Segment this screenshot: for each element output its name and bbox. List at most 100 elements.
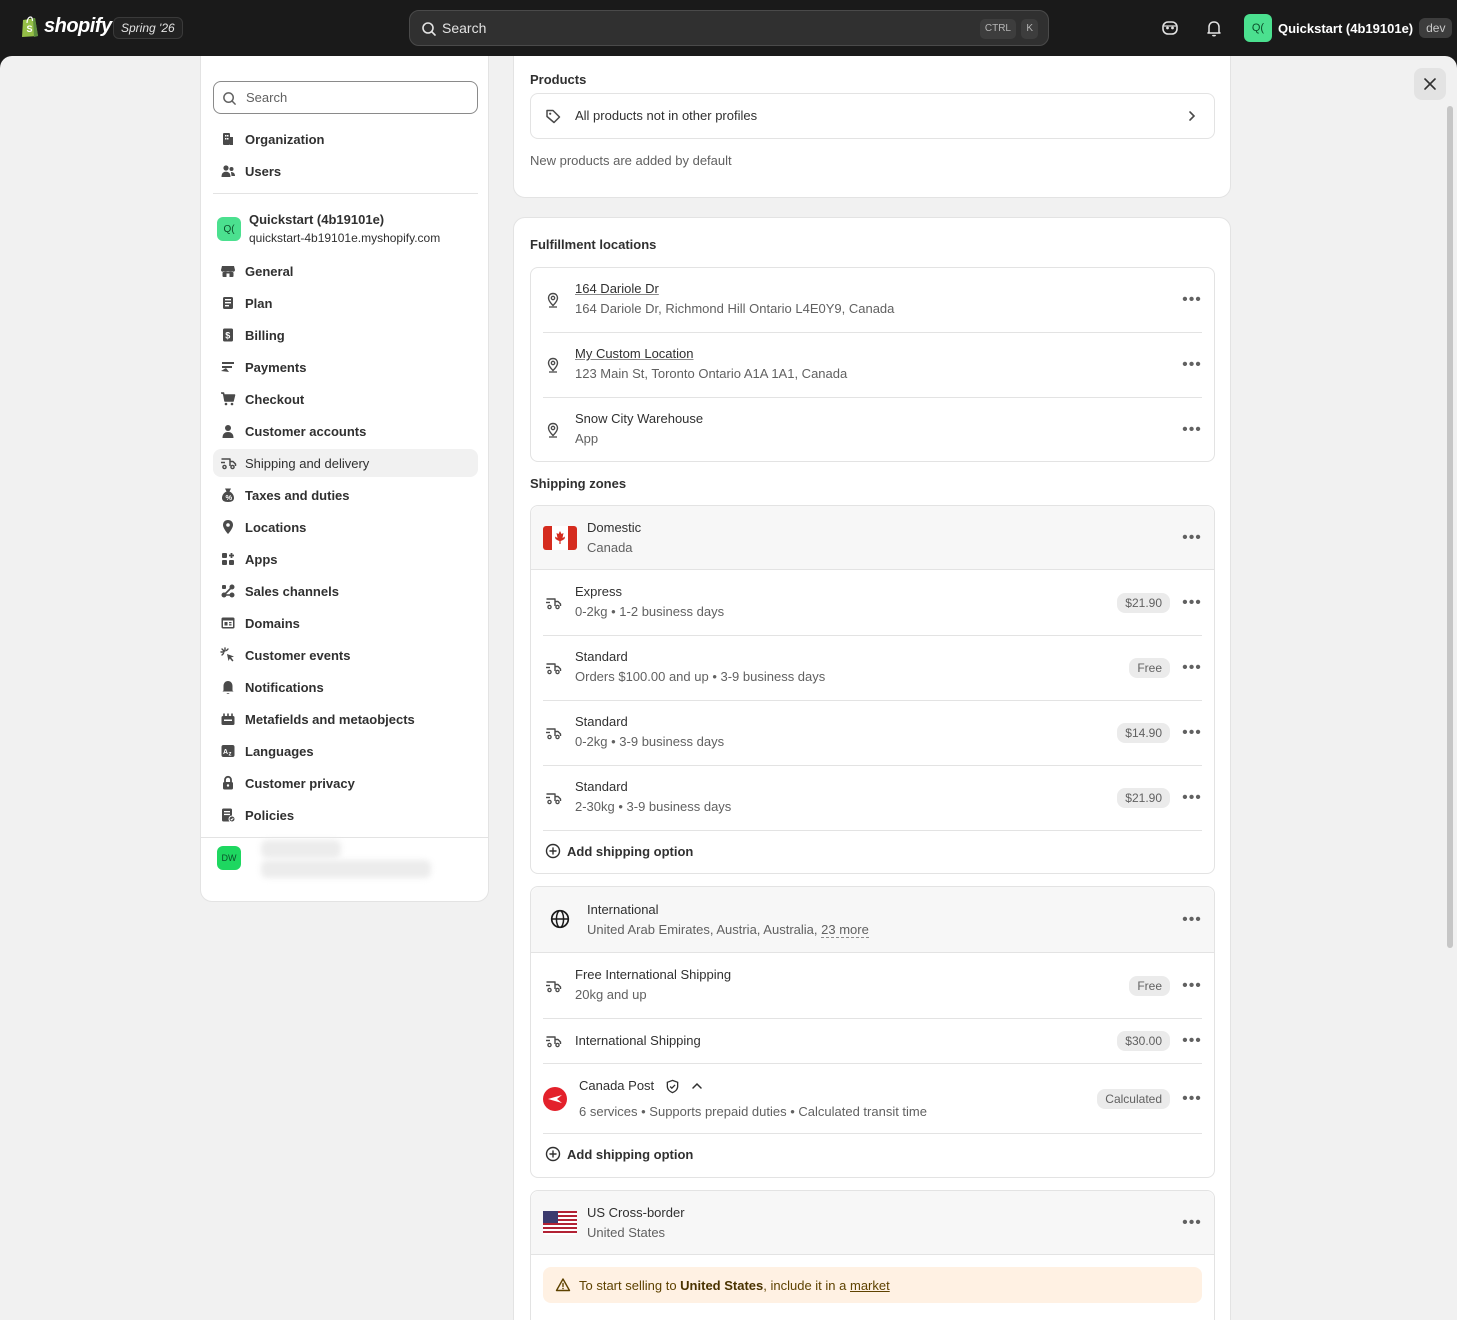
- plan-icon: [218, 293, 238, 313]
- sidebar-item-domains[interactable]: Domains: [213, 609, 478, 637]
- sidebar-item-payments[interactable]: Payments: [213, 353, 478, 381]
- lock-icon: [218, 773, 238, 793]
- warning-middle: , include it in a: [763, 1277, 847, 1293]
- shipping-rate-row[interactable]: Standard Orders $100.00 and up • 3-9 bus…: [531, 636, 1214, 700]
- sidebar-item-taxes-and-duties[interactable]: % Taxes and duties: [213, 481, 478, 509]
- store-info[interactable]: Q( Quickstart (4b19101e) quickstart-4b19…: [217, 211, 440, 247]
- us-flag-icon: [543, 1211, 577, 1235]
- settings-sidebar: Search Organization Users Q( Quickstart …: [200, 56, 489, 902]
- sidebar-divider: [201, 837, 488, 838]
- sidebar-item-billing[interactable]: $ Billing: [213, 321, 478, 349]
- sidebar-item-metafields[interactable]: Metafields and metaobjects: [213, 705, 478, 733]
- sidebar-item-languages[interactable]: Az Languages: [213, 737, 478, 765]
- sidebar-item-general[interactable]: General: [213, 257, 478, 285]
- market-link[interactable]: market: [850, 1278, 890, 1293]
- sidekick-icon[interactable]: [1160, 18, 1180, 38]
- more-actions-icon[interactable]: •••: [1182, 910, 1202, 930]
- sidebar-item-customer-events[interactable]: Customer events: [213, 641, 478, 669]
- billing-icon: $: [218, 325, 238, 345]
- sidebar-item-locations[interactable]: Locations: [213, 513, 478, 541]
- zone-name: US Cross-border: [587, 1205, 685, 1220]
- cursor-icon: [218, 645, 238, 665]
- bell-icon: [218, 677, 238, 697]
- carrier-rate-row[interactable]: Canada Post 6 services • Supports prepai…: [531, 1064, 1214, 1133]
- payments-icon: [218, 357, 238, 377]
- sidebar-item-label: Apps: [245, 551, 278, 567]
- global-search-input[interactable]: Search CTRL K: [409, 10, 1049, 46]
- location-name-link[interactable]: 164 Dariole Dr: [575, 281, 659, 296]
- shopify-logo[interactable]: S shopify: [20, 14, 112, 38]
- verified-shield-icon: [666, 1079, 679, 1094]
- tax-icon: %: [218, 485, 238, 505]
- row-divider: [543, 1133, 1202, 1134]
- more-countries-link[interactable]: 23 more: [821, 922, 869, 938]
- add-shipping-option-button[interactable]: Add shipping option: [545, 843, 693, 859]
- sidebar-item-customer-accounts[interactable]: Customer accounts: [213, 417, 478, 445]
- sidebar-item-policies[interactable]: Policies: [213, 801, 478, 829]
- sidebar-item-label: Sales channels: [245, 583, 339, 599]
- zone-header: US Cross-border United States •••: [531, 1191, 1214, 1255]
- scrollbar[interactable]: [1447, 106, 1453, 948]
- rate-name: Express: [575, 584, 622, 599]
- user-account[interactable]: DW: [217, 840, 431, 878]
- rate-price-badge: Free: [1129, 658, 1170, 678]
- sidebar-item-users[interactable]: Users: [213, 157, 478, 185]
- more-actions-icon[interactable]: •••: [1182, 723, 1202, 743]
- more-actions-icon[interactable]: •••: [1182, 290, 1202, 310]
- shipping-rate-row[interactable]: International Shipping $30.00 •••: [531, 1019, 1214, 1063]
- location-name: Snow City Warehouse: [575, 411, 704, 426]
- location-pin-icon: [543, 420, 563, 440]
- more-actions-icon[interactable]: •••: [1182, 976, 1202, 996]
- sidebar-item-customer-privacy[interactable]: Customer privacy: [213, 769, 478, 797]
- zone-countries: United Arab Emirates, Austria, Australia…: [587, 922, 818, 937]
- sidebar-item-notifications[interactable]: Notifications: [213, 673, 478, 701]
- products-profile-row[interactable]: All products not in other profiles: [530, 93, 1215, 139]
- more-actions-icon[interactable]: •••: [1182, 593, 1202, 613]
- bell-icon[interactable]: [1204, 18, 1224, 38]
- add-shipping-option-button[interactable]: Add shipping option: [545, 1146, 693, 1162]
- more-actions-icon[interactable]: •••: [1182, 420, 1202, 440]
- rate-price-badge: Calculated: [1097, 1089, 1170, 1109]
- edition-badge[interactable]: Spring '26: [113, 17, 183, 39]
- sidebar-item-sales-channels[interactable]: Sales channels: [213, 577, 478, 605]
- rate-detail: 2-30kg • 3-9 business days: [575, 799, 732, 814]
- sidebar-item-label: Customer privacy: [245, 775, 355, 791]
- more-actions-icon[interactable]: •••: [1182, 1031, 1202, 1051]
- more-actions-icon[interactable]: •••: [1182, 1089, 1202, 1109]
- location-name-link[interactable]: My Custom Location: [575, 346, 694, 361]
- settings-search-input[interactable]: Search: [213, 81, 478, 114]
- rate-name: Standard: [575, 649, 628, 664]
- shipping-rate-row[interactable]: Express 0-2kg • 1-2 business days $21.90…: [531, 571, 1214, 635]
- rate-price-badge: Free: [1129, 976, 1170, 996]
- more-actions-icon[interactable]: •••: [1182, 788, 1202, 808]
- zone-us-cross-border: US Cross-border United States ••• To sta…: [530, 1190, 1215, 1320]
- sidebar-item-apps[interactable]: Apps: [213, 545, 478, 573]
- more-actions-icon[interactable]: •••: [1182, 658, 1202, 678]
- sidebar-item-shipping-and-delivery[interactable]: Shipping and delivery: [213, 449, 478, 477]
- chevron-up-icon[interactable]: [691, 1081, 703, 1091]
- store-switcher[interactable]: Q( Quickstart (4b19101e) dev: [1244, 14, 1453, 42]
- users-icon: [218, 161, 238, 181]
- svg-text:%: %: [226, 493, 233, 502]
- svg-text:$: $: [225, 331, 230, 341]
- sidebar-item-organization[interactable]: Organization: [213, 125, 478, 153]
- truck-icon: [218, 453, 238, 473]
- shipping-rate-row[interactable]: Free International Shipping 20kg and up …: [531, 954, 1214, 1018]
- shipping-rate-row[interactable]: Standard 0-2kg • 3-9 business days $14.9…: [531, 701, 1214, 765]
- sidebar-item-label: Checkout: [245, 391, 305, 407]
- truck-icon: [543, 723, 563, 743]
- sidebar-item-checkout[interactable]: Checkout: [213, 385, 478, 413]
- shipping-rate-row[interactable]: Standard 2-30kg • 3-9 business days $21.…: [531, 766, 1214, 830]
- more-actions-icon[interactable]: •••: [1182, 355, 1202, 375]
- shortcut-k: K: [1021, 19, 1038, 39]
- more-actions-icon[interactable]: •••: [1182, 528, 1202, 548]
- location-row: My Custom Location 123 Main St, Toronto …: [531, 333, 1214, 397]
- sidebar-item-plan[interactable]: Plan: [213, 289, 478, 317]
- rate-name: Free International Shipping: [575, 967, 732, 982]
- svg-text:z: z: [229, 752, 232, 758]
- zone-header: Domestic Canada •••: [531, 506, 1214, 570]
- svg-text:A: A: [223, 749, 228, 756]
- close-button[interactable]: [1414, 68, 1446, 100]
- more-actions-icon[interactable]: •••: [1182, 1213, 1202, 1233]
- tag-icon: [543, 106, 563, 126]
